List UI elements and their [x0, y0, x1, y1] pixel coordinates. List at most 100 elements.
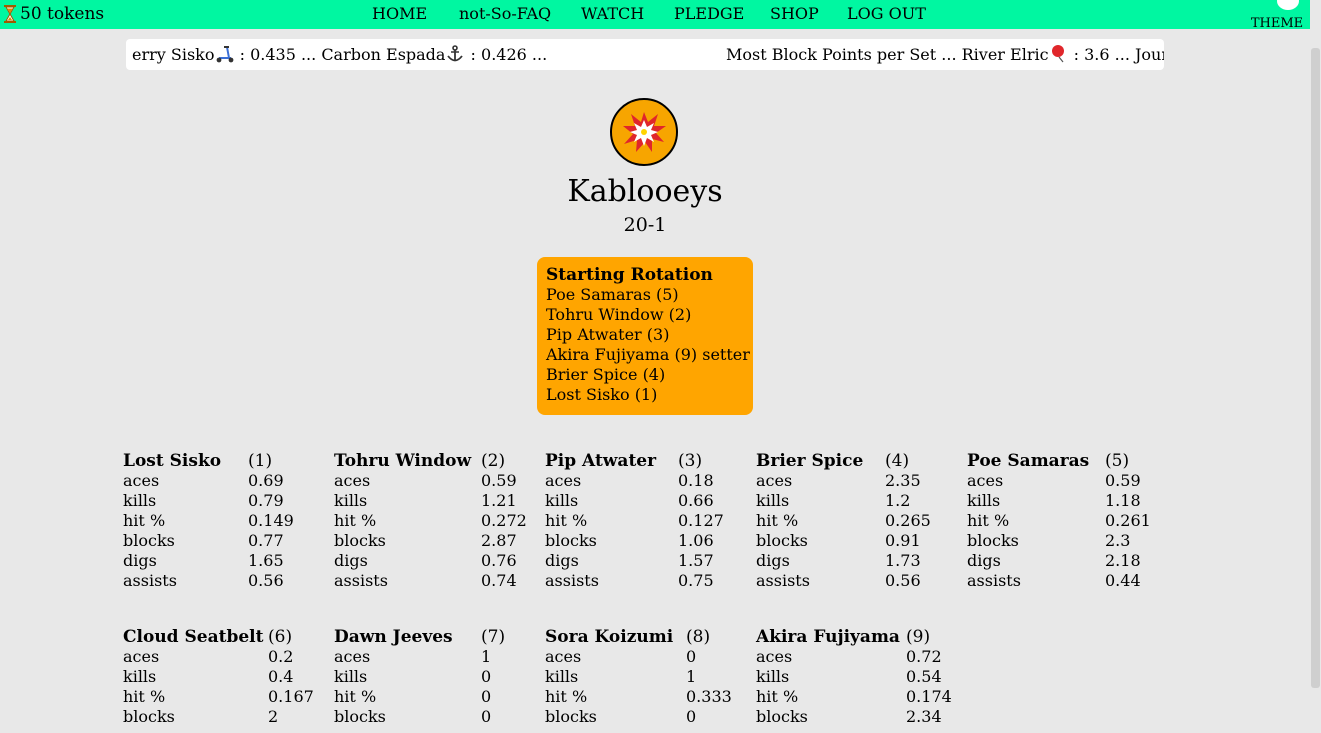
- stat-label: kills: [756, 491, 790, 510]
- stat-value: 0: [481, 707, 492, 726]
- player-card: Lost Sisko (1) aces 0.69 kills 0.79 hit % 0.149…: [123, 451, 318, 591]
- player-number: (4): [885, 451, 910, 471]
- stat-row: blocks 2: [123, 707, 338, 727]
- nav-home[interactable]: HOME: [372, 4, 459, 23]
- team-record: 20-1: [623, 214, 667, 236]
- stat-value: 1.65: [248, 551, 284, 570]
- stat-label: kills: [545, 667, 579, 686]
- stat-label: hit %: [545, 511, 588, 530]
- stat-value: 1.57: [678, 551, 714, 570]
- player-card: Tohru Window (2) aces 0.59 kills 1.21 hit % 0.2…: [334, 451, 551, 591]
- stat-row: aces 0.59: [334, 471, 551, 491]
- player-card: Brier Spice (4) aces 2.35 kills 1.2 hit % 0.265…: [756, 451, 955, 591]
- stat-row: aces 0: [545, 647, 756, 667]
- stat-value: 1: [686, 667, 697, 686]
- stat-label: blocks: [967, 531, 1019, 550]
- player-name[interactable]: Poe Samaras: [967, 451, 1089, 471]
- nav-shop[interactable]: SHOP: [770, 4, 847, 23]
- nav-logout[interactable]: LOG OUT: [847, 4, 926, 23]
- player-card-header: Brier Spice (4): [756, 451, 955, 471]
- stat-row: digs 0.76: [334, 551, 551, 571]
- rotation-player: Lost Sisko (1): [546, 385, 658, 404]
- stat-value: 0.174: [906, 687, 952, 706]
- main-nav: HOME not-So-FAQ WATCH PLEDGE SHOP LOG OU…: [372, 4, 926, 23]
- theme-toggle[interactable]: THEME: [1249, 0, 1305, 32]
- stat-label: aces: [123, 647, 160, 666]
- stat-row: digs 1.57: [545, 551, 748, 571]
- stat-label: blocks: [545, 531, 597, 550]
- ticker-text: : 0.426 ...: [465, 45, 548, 64]
- stat-label: hit %: [756, 687, 799, 706]
- stat-value: 0.4: [268, 667, 294, 686]
- stat-value: 0.76: [481, 551, 517, 570]
- player-name[interactable]: Brier Spice: [756, 451, 863, 471]
- nav-faq[interactable]: not-So-FAQ: [459, 4, 581, 23]
- stat-value: 0.75: [678, 571, 714, 590]
- vertical-scrollbar[interactable]: [1310, 0, 1321, 733]
- nav-pledge[interactable]: PLEDGE: [674, 4, 770, 23]
- scrollbar-thumb[interactable]: [1311, 48, 1320, 688]
- stat-label: blocks: [545, 707, 597, 726]
- stat-value: 2.35: [885, 471, 921, 490]
- stat-value: 0.54: [906, 667, 942, 686]
- player-card-header: Akira Fujiyama (9): [756, 627, 976, 647]
- player-name[interactable]: Tohru Window: [334, 451, 471, 471]
- stat-row: aces 0.2: [123, 647, 338, 667]
- player-name[interactable]: Akira Fujiyama: [756, 627, 900, 647]
- hourglass-icon: [4, 5, 16, 23]
- player-name[interactable]: Cloud Seatbelt: [123, 627, 263, 647]
- stat-label: blocks: [756, 531, 808, 550]
- player-card-header: Dawn Jeeves (7): [334, 627, 551, 647]
- player-name[interactable]: Lost Sisko: [123, 451, 221, 471]
- stat-row: kills 1.18: [967, 491, 1175, 511]
- stat-label: hit %: [756, 511, 799, 530]
- stat-row: digs 1.73: [756, 551, 955, 571]
- stat-label: digs: [334, 551, 368, 570]
- stat-row: kills 1.2: [756, 491, 955, 511]
- stat-value: 0.127: [678, 511, 724, 530]
- player-number: (6): [268, 627, 293, 647]
- stat-label: kills: [123, 667, 157, 686]
- anchor-icon: [445, 45, 465, 63]
- stat-label: assists: [334, 571, 388, 590]
- rotation-player: Tohru Window (2): [546, 305, 692, 324]
- stat-row: kills 1: [545, 667, 756, 687]
- stat-row: kills 0.54: [756, 667, 976, 687]
- player-name[interactable]: Pip Atwater: [545, 451, 656, 471]
- stat-value: 0.69: [248, 471, 284, 490]
- stat-value: 0.272: [481, 511, 527, 530]
- stat-label: kills: [334, 667, 368, 686]
- stat-label: aces: [545, 471, 582, 490]
- stat-value: 0.149: [248, 511, 294, 530]
- stat-value: 2.87: [481, 531, 517, 550]
- stat-row: hit % 0.265: [756, 511, 955, 531]
- player-name[interactable]: Dawn Jeeves: [334, 627, 453, 647]
- theme-label: THEME: [1250, 16, 1304, 31]
- nav-watch[interactable]: WATCH: [581, 4, 674, 23]
- stat-row: hit % 0.167: [123, 687, 338, 707]
- token-counter[interactable]: 50 tokens: [4, 4, 104, 24]
- scooter-icon: [215, 45, 235, 63]
- stat-row: kills 1.21: [334, 491, 551, 511]
- stat-label: assists: [756, 571, 810, 590]
- stat-label: kills: [545, 491, 579, 510]
- stat-value: 0.56: [885, 571, 921, 590]
- player-card: Poe Samaras (5) aces 0.59 kills 1.18 hit % 0.26…: [967, 451, 1175, 591]
- stat-label: assists: [123, 571, 177, 590]
- stat-value: 0.167: [268, 687, 314, 706]
- stat-label: blocks: [123, 531, 175, 550]
- stat-row: assists 0.75: [545, 571, 748, 591]
- player-card-header: Lost Sisko (1): [123, 451, 318, 471]
- stat-value: 0.18: [678, 471, 714, 490]
- player-name[interactable]: Sora Koizumi: [545, 627, 673, 647]
- stat-row: hit % 0.174: [756, 687, 976, 707]
- team-name: Kablooeys: [567, 174, 723, 209]
- stat-value: 0.79: [248, 491, 284, 510]
- stat-value: 0.44: [1105, 571, 1141, 590]
- stat-label: kills: [967, 491, 1001, 510]
- stat-value: 0.265: [885, 511, 931, 530]
- stat-label: digs: [545, 551, 579, 570]
- stat-label: aces: [334, 471, 371, 490]
- player-card: Pip Atwater (3) aces 0.18 kills 0.66 hit % 0.12…: [545, 451, 748, 591]
- stat-value: 0.91: [885, 531, 921, 550]
